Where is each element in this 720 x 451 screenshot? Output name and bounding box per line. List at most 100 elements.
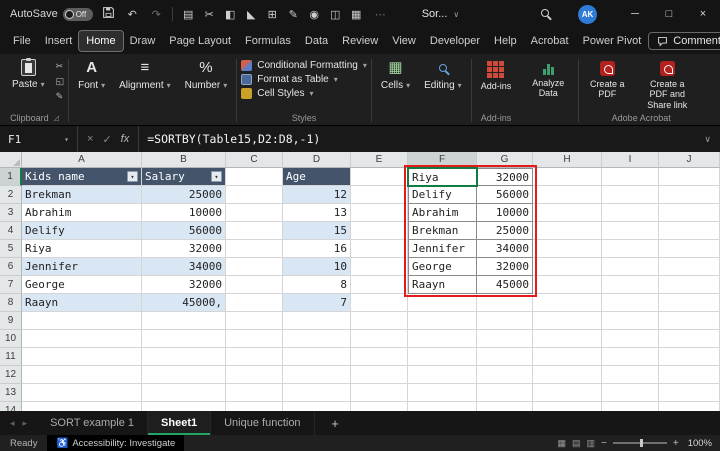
cell-i9[interactable] [602,312,659,330]
cell-e12[interactable] [351,366,408,384]
cell-b10[interactable] [142,330,226,348]
cell-i11[interactable] [602,348,659,366]
cell-d1[interactable]: Age [283,168,351,186]
cell-i6[interactable] [602,258,659,276]
cell-e6[interactable] [351,258,408,276]
cell-c6[interactable] [226,258,283,276]
cell-c11[interactable] [226,348,283,366]
cell-b9[interactable] [142,312,226,330]
cell-f7[interactable]: Raayn [408,276,477,294]
filter-dropdown-icon[interactable]: ▾ [127,171,138,182]
cell-b12[interactable] [142,366,226,384]
cell-j9[interactable] [659,312,720,330]
sheet-nav-left-icon[interactable]: ◂ [10,418,15,429]
menu-tab-insert[interactable]: Insert [38,31,80,51]
cell-b3[interactable]: 10000 [142,204,226,222]
row-header-8[interactable]: 8 [0,294,22,312]
cell-d6[interactable]: 10 [283,258,351,276]
cell-d12[interactable] [283,366,351,384]
cell-g4[interactable]: 25000 [477,222,533,240]
zoom-level[interactable]: 100% [688,438,712,449]
create-pdf-share-button[interactable]: Create a PDF and Share link [635,56,699,111]
cell-e11[interactable] [351,348,408,366]
row-header-4[interactable]: 4 [0,222,22,240]
cell-a3[interactable]: Abrahim [22,204,142,222]
zoom-out-icon[interactable]: − [601,438,607,449]
cell-g12[interactable] [477,366,533,384]
cut-icon[interactable]: ✂ [56,61,65,72]
document-title[interactable]: Sor... ∨ [422,8,460,20]
name-box[interactable]: F1 ▾ [0,126,78,152]
paste-button[interactable]: Paste▾ [5,56,52,111]
menu-tab-view[interactable]: View [385,31,423,51]
redo-icon[interactable]: ↷ [148,8,165,21]
cell-f10[interactable] [408,330,477,348]
cell-a2[interactable]: Brekman [22,186,142,204]
cell-f3[interactable]: Abrahim [408,204,477,222]
row-header-2[interactable]: 2 [0,186,22,204]
cell-i5[interactable] [602,240,659,258]
filter-dropdown-icon[interactable]: ▾ [211,171,222,182]
cell-styles-button[interactable]: Cell Styles ▾ [241,88,367,99]
cell-g5[interactable]: 34000 [477,240,533,258]
cell-b4[interactable]: 56000 [142,222,226,240]
cell-i4[interactable] [602,222,659,240]
cell-i8[interactable] [602,294,659,312]
cell-c4[interactable] [226,222,283,240]
cell-a9[interactable] [22,312,142,330]
row-header-3[interactable]: 3 [0,204,22,222]
cell-h14[interactable] [533,402,602,411]
cell-i3[interactable] [602,204,659,222]
cell-a6[interactable]: Jennifer [22,258,142,276]
cell-g1[interactable]: 32000 [477,168,533,186]
row-header-7[interactable]: 7 [0,276,22,294]
cell-f1[interactable]: Riya [408,168,477,186]
cell-a4[interactable]: Delify [22,222,142,240]
cell-c5[interactable] [226,240,283,258]
undo-icon[interactable]: ↶ [124,8,141,21]
column-header-h[interactable]: H [533,152,602,168]
menu-tab-review[interactable]: Review [335,31,385,51]
menu-tab-acrobat[interactable]: Acrobat [524,31,576,51]
eraser-icon[interactable]: ◣ [243,8,260,21]
cell-d5[interactable]: 16 [283,240,351,258]
formula-input[interactable]: =SORTBY(Table15,D2:D8,-1) [139,132,695,146]
cell-e13[interactable] [351,384,408,402]
freeze-panes-icon[interactable]: ◫ [327,8,344,21]
cell-h4[interactable] [533,222,602,240]
cell-b2[interactable]: 25000 [142,186,226,204]
row-header-10[interactable]: 10 [0,330,22,348]
cell-h13[interactable] [533,384,602,402]
menu-tab-formulas[interactable]: Formulas [238,31,298,51]
cell-j5[interactable] [659,240,720,258]
format-as-table-button[interactable]: Format as Table ▾ [241,74,367,85]
cell-j1[interactable] [659,168,720,186]
row-header-1[interactable]: 1 [0,168,22,186]
cell-j3[interactable] [659,204,720,222]
column-header-a[interactable]: A [22,152,142,168]
search-icon[interactable] [536,8,553,20]
qat-overflow-icon[interactable]: ⋯ [372,8,389,21]
cell-d14[interactable] [283,402,351,411]
autosave-toggle[interactable]: Off [63,8,93,21]
cell-h2[interactable] [533,186,602,204]
cell-h6[interactable] [533,258,602,276]
cell-i7[interactable] [602,276,659,294]
cancel-icon[interactable]: × [87,133,93,145]
cell-c3[interactable] [226,204,283,222]
cell-i14[interactable] [602,402,659,411]
cell-g8[interactable] [477,294,533,312]
cell-i12[interactable] [602,366,659,384]
copy-icon[interactable]: ◱ [56,76,65,87]
cell-j13[interactable] [659,384,720,402]
cell-c2[interactable] [226,186,283,204]
select-all-corner[interactable] [0,152,22,168]
maximize-button[interactable]: □ [652,0,686,28]
cell-b14[interactable] [142,402,226,411]
sheet-tab-sort-example-1[interactable]: SORT example 1 [37,411,148,435]
cell-d11[interactable] [283,348,351,366]
cell-g9[interactable] [477,312,533,330]
dialog-launcher-icon[interactable]: ◿ [54,114,59,122]
cell-d7[interactable]: 8 [283,276,351,294]
cell-b8[interactable]: 45000, [142,294,226,312]
